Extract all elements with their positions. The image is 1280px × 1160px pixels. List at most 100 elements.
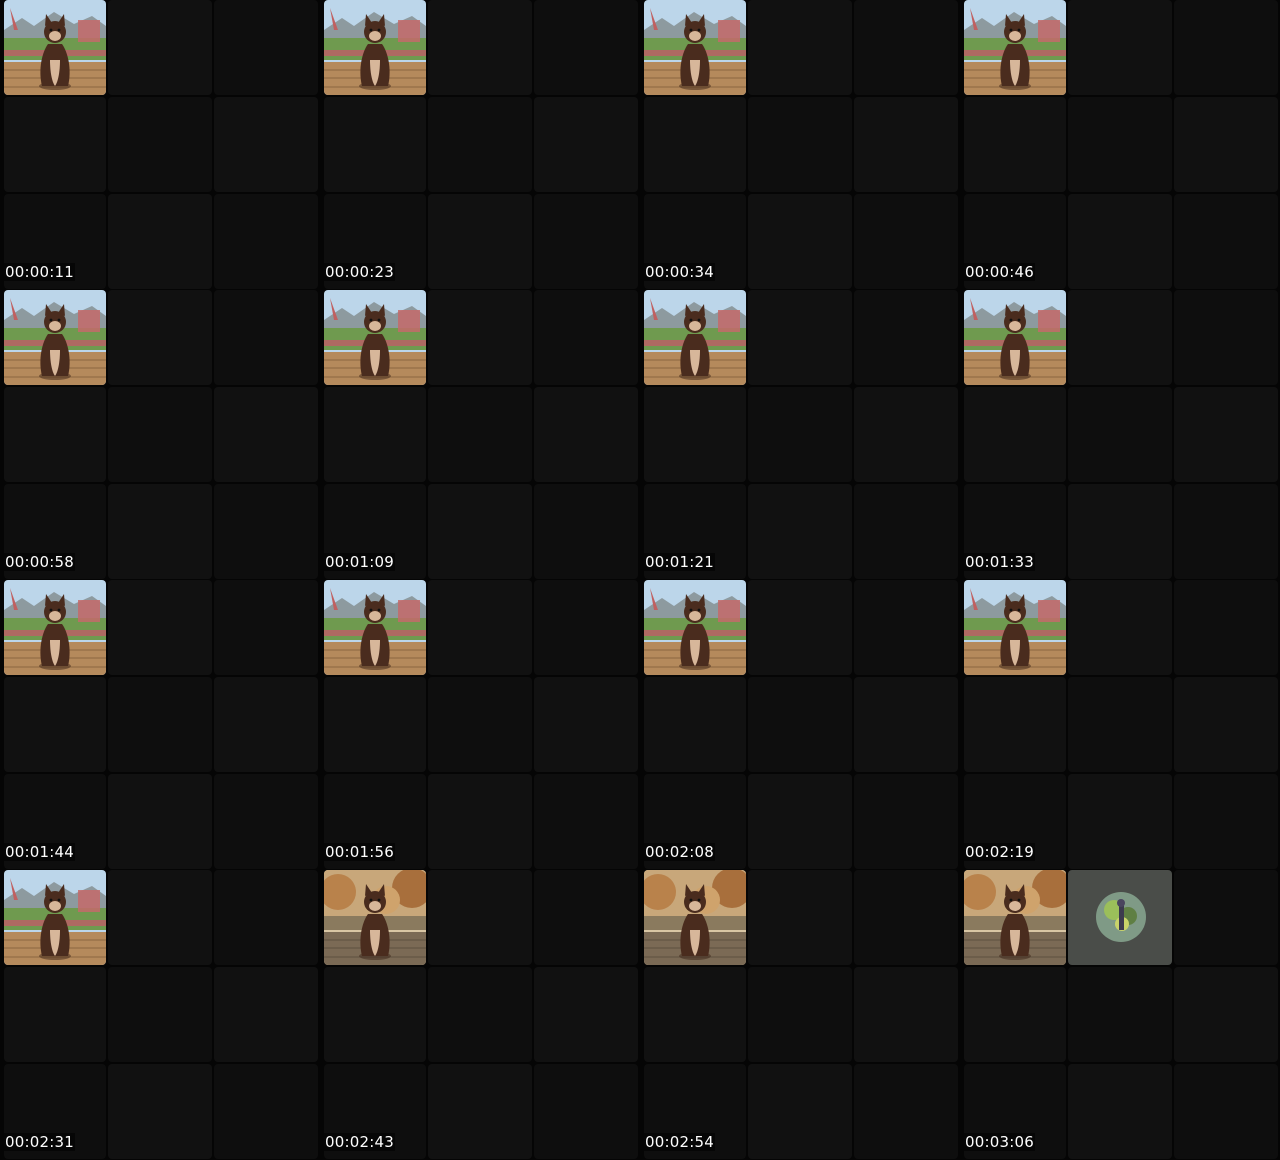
empty-video-tile <box>748 194 852 289</box>
cat-thumbnail-icon <box>644 290 746 385</box>
empty-video-tile <box>1174 387 1278 482</box>
frame-timestamp: 00:01:21 <box>644 553 715 571</box>
frame-5: 00:00:58 <box>0 290 320 580</box>
frame-7: 00:01:21 <box>640 290 960 580</box>
frame-timestamp: 00:02:43 <box>324 1133 395 1151</box>
empty-video-tile <box>1174 774 1278 869</box>
frame-8: 00:01:33 <box>960 290 1280 580</box>
frame-timestamp: 00:02:31 <box>4 1133 75 1151</box>
empty-video-tile <box>854 967 958 1062</box>
video-tile-grid <box>644 0 960 290</box>
empty-video-tile <box>534 194 638 289</box>
empty-video-tile <box>428 484 532 579</box>
empty-video-tile <box>748 967 852 1062</box>
empty-video-tile <box>1174 484 1278 579</box>
cat-thumbnail-icon <box>4 290 106 385</box>
frame-9: 00:01:44 <box>0 580 320 870</box>
empty-video-tile <box>748 774 852 869</box>
empty-video-tile <box>428 967 532 1062</box>
empty-video-tile <box>644 97 746 192</box>
empty-video-tile <box>428 97 532 192</box>
empty-video-tile <box>1174 1064 1278 1159</box>
video-tile-grid <box>4 580 320 870</box>
video-tile-grid <box>644 870 960 1160</box>
cat-thumbnail-icon <box>964 580 1066 675</box>
video-tile-grid <box>964 870 1280 1160</box>
frame-15: 00:02:54 <box>640 870 960 1160</box>
frame-6: 00:01:09 <box>320 290 640 580</box>
empty-video-tile <box>214 870 318 965</box>
cat-thumbnail-icon <box>4 0 106 95</box>
empty-video-tile <box>1068 484 1172 579</box>
video-tile-grid <box>964 290 1280 580</box>
empty-video-tile <box>428 194 532 289</box>
frame-12: 00:02:19 <box>960 580 1280 870</box>
cat-thumbnail-icon <box>644 870 746 965</box>
empty-video-tile <box>1174 290 1278 385</box>
empty-video-tile <box>644 387 746 482</box>
frame-13: 00:02:31 <box>0 870 320 1160</box>
empty-video-tile <box>1174 194 1278 289</box>
empty-video-tile <box>534 290 638 385</box>
empty-video-tile <box>108 97 212 192</box>
frame-timestamp: 00:02:08 <box>644 843 715 861</box>
cat-thumbnail-icon <box>324 290 426 385</box>
frame-4: 00:00:46 <box>960 0 1280 290</box>
empty-video-tile <box>428 677 532 772</box>
empty-video-tile <box>324 677 426 772</box>
video-tile-grid <box>964 580 1280 870</box>
empty-video-tile <box>108 967 212 1062</box>
empty-video-tile <box>854 1064 958 1159</box>
empty-video-tile <box>428 0 532 95</box>
empty-video-tile <box>748 387 852 482</box>
cat-thumbnail-icon <box>324 870 426 965</box>
empty-video-tile <box>214 387 318 482</box>
empty-video-tile <box>534 580 638 675</box>
empty-video-tile <box>534 387 638 482</box>
empty-video-tile <box>1068 580 1172 675</box>
empty-video-tile <box>214 290 318 385</box>
empty-video-tile <box>534 0 638 95</box>
empty-video-tile <box>748 97 852 192</box>
empty-video-tile <box>534 870 638 965</box>
empty-video-tile <box>214 484 318 579</box>
cat-thumbnail-icon <box>4 580 106 675</box>
empty-video-tile <box>1068 677 1172 772</box>
empty-video-tile <box>534 677 638 772</box>
empty-video-tile <box>964 677 1066 772</box>
empty-video-tile <box>1174 97 1278 192</box>
empty-video-tile <box>534 967 638 1062</box>
empty-video-tile <box>534 774 638 869</box>
video-tile-grid <box>324 580 640 870</box>
empty-video-tile <box>644 677 746 772</box>
frame-timestamp: 00:00:23 <box>324 263 395 281</box>
empty-video-tile <box>854 774 958 869</box>
empty-video-tile <box>324 97 426 192</box>
frame-16: 00:03:06 <box>960 870 1280 1160</box>
cat-thumbnail-icon <box>644 0 746 95</box>
empty-video-tile <box>534 97 638 192</box>
frame-timestamp: 00:01:44 <box>4 843 75 861</box>
empty-video-tile <box>214 0 318 95</box>
frame-14: 00:02:43 <box>320 870 640 1160</box>
empty-video-tile <box>4 97 106 192</box>
empty-video-tile <box>214 194 318 289</box>
frame-timestamp: 00:01:09 <box>324 553 395 571</box>
empty-video-tile <box>854 677 958 772</box>
empty-video-tile <box>748 290 852 385</box>
video-tile-grid <box>324 290 640 580</box>
empty-video-tile <box>428 290 532 385</box>
empty-video-tile <box>854 0 958 95</box>
cat-thumbnail-icon <box>324 0 426 95</box>
frame-timestamp: 00:01:56 <box>324 843 395 861</box>
empty-video-tile <box>324 967 426 1062</box>
cat-thumbnail-icon <box>964 0 1066 95</box>
empty-video-tile <box>214 97 318 192</box>
empty-video-tile <box>854 290 958 385</box>
empty-video-tile <box>428 1064 532 1159</box>
empty-video-tile <box>1068 194 1172 289</box>
empty-video-tile <box>108 677 212 772</box>
cat-thumbnail-icon <box>324 580 426 675</box>
frame-timestamp: 00:00:46 <box>964 263 1035 281</box>
frame-timestamp: 00:02:19 <box>964 843 1035 861</box>
